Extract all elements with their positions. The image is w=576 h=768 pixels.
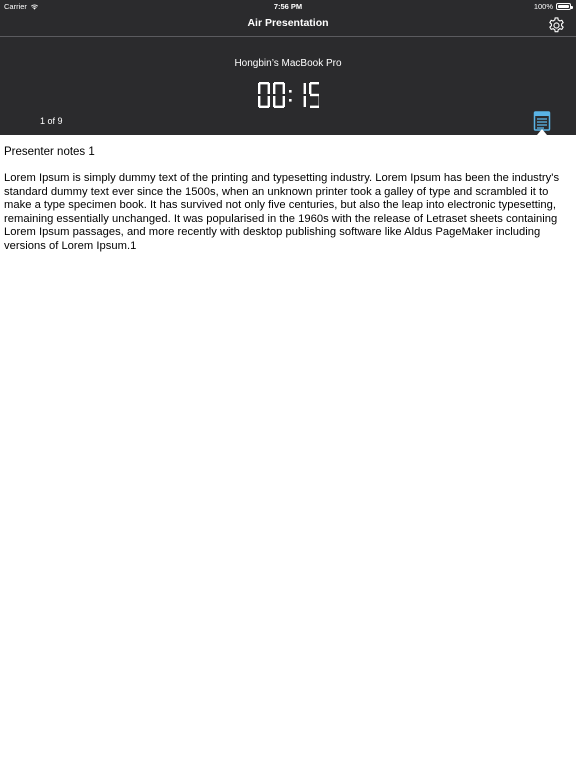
notes-title: Presenter notes 1 (4, 146, 95, 158)
timer-colon-dot (289, 90, 292, 93)
status-bar: Carrier 7:56 PM 100% (0, 0, 576, 13)
timer-colon-dot (289, 99, 292, 102)
timer-digit-segment (282, 83, 285, 94)
nav-title: Air Presentation (247, 17, 329, 29)
timer-digits: 00:15 (258, 82, 319, 108)
slide-counter: 1 of 9 (40, 116, 63, 126)
timer-text: 00:15 (258, 82, 319, 108)
presenter-header: Carrier 7:56 PM 100% Air Presentation Ho… (0, 0, 576, 135)
timer-digit-segment (274, 105, 284, 108)
timer-digit-segment (259, 82, 269, 85)
timer-digit-segment (303, 83, 306, 94)
battery-icon (556, 3, 573, 10)
timer-digit-segment (273, 83, 276, 94)
notes-toggle-button[interactable] (533, 111, 551, 131)
timer-digit-segment (258, 96, 261, 107)
settings-button[interactable] (546, 15, 566, 35)
document-notes-icon (533, 111, 551, 131)
timer-digit-segment (310, 105, 319, 108)
timer-digit-segment (273, 96, 276, 107)
app-screen: Carrier 7:56 PM 100% Air Presentation Ho… (0, 0, 576, 768)
presenter-notes-panel[interactable]: Presenter notes 1 Lorem Ipsum is simply … (0, 135, 576, 768)
notes-body: Lorem Ipsum is simply dummy text of the … (4, 172, 560, 252)
timer-digit-segment (267, 96, 270, 107)
presentation-timer: 00:15 (0, 79, 576, 111)
timer-digit-segment (274, 82, 284, 85)
status-time: 7:56 PM (273, 2, 303, 11)
timer-digit-segment (267, 83, 270, 94)
timer-digit-segment (282, 96, 285, 107)
connected-device-name: Hongbin’s MacBook Pro (234, 58, 342, 69)
timer-digit-segment (309, 83, 312, 94)
navigation-bar: Air Presentation (0, 13, 576, 37)
battery-percent: 100% (533, 2, 553, 11)
timer-digit-segment (303, 96, 306, 107)
timer-digit-segment (310, 93, 319, 97)
battery-indicator: 100% (533, 2, 573, 11)
timer-digit-segment (259, 105, 269, 108)
gear-icon (548, 16, 564, 32)
timer-digit-segment (258, 83, 261, 94)
